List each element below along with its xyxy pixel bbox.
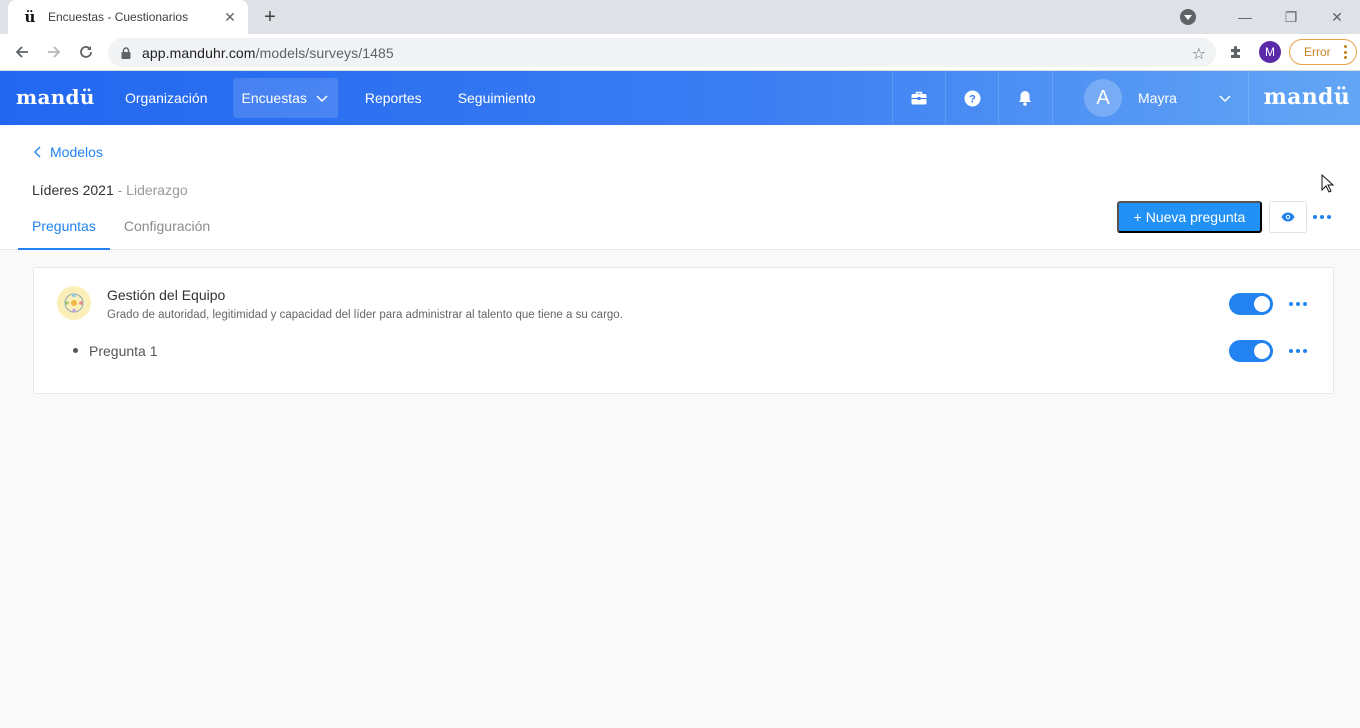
chevron-down-icon [316,95,328,103]
avatar[interactable]: A [1084,79,1122,117]
address-bar[interactable]: app.manduhr.com/models/surveys/1485 ☆ [108,38,1216,67]
nav-item-organizacion[interactable]: Organización [114,78,219,118]
url-path: /models/surveys/1485 [255,44,394,61]
browser-menu-icon[interactable] [1344,45,1347,59]
tab-preguntas[interactable]: Preguntas [18,209,110,250]
nav-item-seguimiento[interactable]: Seguimiento [447,78,547,118]
team-management-icon [57,286,91,320]
browser-tab[interactable]: ü Encuestas - Cuestionarios ✕ [8,0,248,34]
question-enabled-toggle[interactable] [1229,340,1273,362]
new-question-button[interactable]: + Nueva pregunta [1117,201,1262,233]
preview-button[interactable] [1269,201,1307,233]
section-enabled-toggle[interactable] [1229,293,1273,315]
page-title: Líderes 2021 - Liderazgo [32,182,188,198]
header-divider [1248,71,1249,125]
page-tabs: Preguntas Configuración [18,209,224,250]
header-divider [892,71,893,125]
user-name[interactable]: Mayra [1138,90,1177,106]
nav-item-encuestas[interactable]: Encuestas [232,78,338,118]
survey-subtitle: - Liderazgo [117,182,188,198]
mouse-cursor-icon [1321,174,1335,193]
svg-text:?: ? [969,93,976,105]
toolbar-right: M Error [1221,34,1360,70]
forward-arrow-icon[interactable] [38,37,70,67]
back-to-models-link[interactable]: Modelos [32,144,103,160]
header-divider [1052,71,1053,125]
bell-icon[interactable] [1016,89,1034,107]
url-text: app.manduhr.com/models/surveys/1485 [142,45,394,61]
question-more-icon[interactable] [1289,349,1307,353]
main-nav: Organización Encuestas Reportes Seguimie… [114,78,561,118]
window-controls: — ❐ ✕ [1180,0,1360,34]
list-bullet [73,348,78,353]
help-icon[interactable]: ? [963,89,981,107]
chevron-left-icon [34,146,41,158]
mandu-logo[interactable]: mandü [16,85,95,109]
reload-icon[interactable] [70,37,102,67]
header-divider [945,71,946,125]
question-section-card: Gestión del Equipo Grado de autoridad, l… [33,267,1334,394]
user-menu-chevron-icon[interactable] [1218,91,1232,105]
browser-toolbar: app.manduhr.com/models/surveys/1485 ☆ M … [0,34,1360,71]
briefcase-icon[interactable] [910,89,928,107]
page-header: Modelos Líderes 2021 - Liderazgo Pregunt… [0,125,1360,250]
tab-search-icon[interactable] [1180,9,1196,25]
survey-title: Líderes 2021 [32,182,114,198]
browser-tab-title: Encuestas - Cuestionarios [48,10,189,24]
lock-icon[interactable] [120,46,132,59]
nav-item-reportes[interactable]: Reportes [354,78,433,118]
back-arrow-icon[interactable] [6,37,38,67]
tab-configuracion[interactable]: Configuración [110,209,224,250]
restore-icon[interactable]: ❐ [1268,9,1314,26]
section-description: Grado de autoridad, legitimidad y capaci… [107,309,623,321]
section-more-icon[interactable] [1289,302,1307,306]
app-header: mandü Organización Encuestas Reportes Se… [0,71,1360,125]
minimize-icon[interactable]: — [1222,9,1268,25]
new-tab-icon[interactable]: + [260,7,280,27]
close-tab-icon[interactable]: ✕ [222,9,238,25]
eye-icon [1281,212,1295,222]
back-link-label: Modelos [50,144,103,160]
browser-error-button[interactable]: Error [1289,39,1357,65]
extensions-puzzle-icon[interactable] [1221,44,1251,60]
browser-tabstrip: ü Encuestas - Cuestionarios ✕ + — ❐ ✕ [0,0,1360,34]
page-more-icon[interactable] [1313,215,1331,219]
site-favicon-icon: ü [24,8,36,26]
section-title: Gestión del Equipo [107,287,226,303]
question-label[interactable]: Pregunta 1 [89,343,158,359]
mandu-logo-right: mandü [1263,84,1350,110]
browser-profile-avatar[interactable]: M [1259,41,1281,63]
nav-item-encuestas-label: Encuestas [241,90,307,106]
close-window-icon[interactable]: ✕ [1314,9,1360,26]
error-label: Error [1304,45,1331,59]
url-host: app.manduhr.com [142,44,256,61]
bookmark-star-icon[interactable]: ☆ [1192,44,1206,64]
header-divider [998,71,999,125]
